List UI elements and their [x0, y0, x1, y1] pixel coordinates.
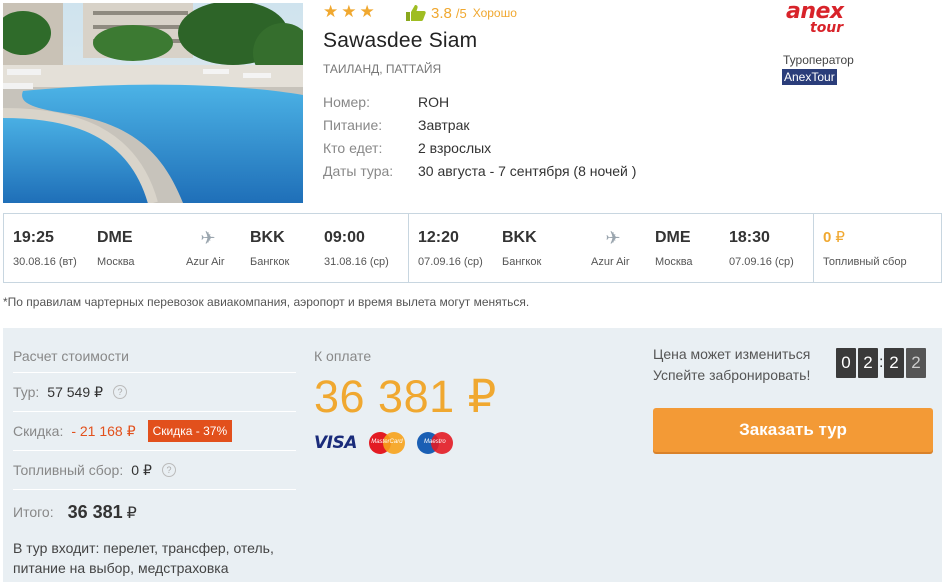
arrival-airport: DME — [655, 229, 691, 246]
calc-label: Итого: — [13, 504, 54, 520]
flights-bar: 19:25 30.08.16 (вт) DME Москва ✈ Azur Ai… — [3, 213, 942, 283]
timer-digit: 2 — [858, 348, 878, 378]
total-price: 36 381 ₽ — [67, 501, 137, 522]
calc-label: Тур: — [13, 384, 40, 400]
help-icon[interactable]: ? — [113, 385, 128, 399]
fuel-label: Топливный сбор — [823, 256, 907, 268]
charter-note: *По правилам чартерных перевозок авиаком… — [3, 295, 530, 309]
price-warning-line1: Цена может измениться — [653, 346, 811, 362]
calc-title: Расчет стоимости — [13, 340, 296, 373]
detail-value: Завтрак — [418, 117, 470, 133]
arrival-date: 31.08.16 (ср) — [324, 256, 389, 268]
departure-city: Бангкок — [502, 256, 542, 268]
hotel-stars: ★ ★ ★ — [323, 3, 375, 21]
calc-row-discount: Скидка: - 21 168 ₽ Скидка - 37% — [13, 412, 296, 451]
departure-city: Москва — [97, 256, 135, 268]
calc-row-tour: Тур: 57 549 ₽ ? — [13, 373, 296, 412]
payment-label: К оплате — [314, 348, 372, 364]
arrival-city: Москва — [655, 256, 693, 268]
detail-value: ROH — [418, 94, 450, 110]
arrival-airport: BKK — [250, 229, 285, 246]
thumbs-up-icon — [406, 5, 426, 21]
detail-label: Номер: — [323, 94, 370, 110]
detail-label: Даты тура: — [323, 163, 394, 179]
flight-outbound: 19:25 30.08.16 (вт) DME Москва ✈ Azur Ai… — [4, 214, 409, 282]
timer-digit: 2 — [906, 348, 926, 378]
price-warning: Цена может измениться Успейте заброниров… — [653, 344, 810, 386]
payment-amount: 36 381 ₽ — [314, 371, 497, 422]
countdown-timer: 0 2 : 2 2 — [836, 348, 928, 378]
flight-fuel: 0 ₽ Топливный сбор — [814, 214, 941, 282]
hotel-rating: 3.8/5 Хорошо — [405, 4, 517, 22]
departure-time: 19:25 — [13, 229, 54, 246]
help-icon[interactable]: ? — [161, 463, 176, 477]
price-warning-line2: Успейте забронировать! — [653, 367, 811, 383]
discount-amount: - 21 168 ₽ — [71, 422, 136, 439]
operator-logo: anex tour — [786, 0, 844, 36]
detail-row-meal: Питание: Завтрак — [323, 116, 636, 139]
detail-row-room: Номер: ROH — [323, 93, 636, 116]
airline: Azur Air — [186, 256, 225, 268]
tour-details: Номер: ROH Питание: Завтрак Кто едет: 2 … — [323, 93, 636, 185]
star-icon: ★ — [359, 2, 375, 21]
timer-separator: : — [879, 354, 884, 371]
discount-badge: Скидка - 37% — [147, 420, 233, 442]
calc-row-total: Итого: 36 381 ₽ — [13, 490, 296, 534]
cost-calculation: Расчет стоимости Тур: 57 549 ₽ ? Скидка: … — [13, 340, 296, 578]
rating-max: /5 — [455, 5, 467, 21]
detail-label: Питание: — [323, 117, 383, 133]
arrival-date: 07.09.16 (ср) — [729, 256, 794, 268]
departure-date: 07.09.16 (ср) — [418, 256, 483, 268]
payment-block: К оплате 36 381 ₽ VISA MasterCard Maestr… — [314, 348, 497, 454]
airplane-icon: ✈ — [605, 228, 621, 248]
rating-score: 3.8 — [431, 4, 452, 22]
payment-cards: VISA MasterCard Maestro — [314, 432, 497, 454]
tour-price: 57 549 ₽ — [47, 383, 104, 400]
price-panel: Расчет стоимости Тур: 57 549 ₽ ? Скидка: … — [3, 328, 942, 582]
detail-row-travelers: Кто едет: 2 взрослых — [323, 139, 636, 162]
fuel-price: 0 ₽ — [823, 229, 845, 246]
detail-row-dates: Даты тура: 30 августа - 7 сентября (8 но… — [323, 162, 636, 185]
calc-row-fuel: Топливный сбор: 0 ₽ ? — [13, 451, 296, 490]
detail-value: 2 взрослых — [418, 140, 492, 156]
hotel-name[interactable]: Sawasdee Siam — [323, 29, 477, 53]
hotel-photo[interactable] — [3, 3, 303, 203]
star-icon: ★ — [341, 2, 357, 21]
rating-word: Хорошо — [472, 6, 517, 20]
mastercard-icon: MasterCard — [368, 432, 405, 454]
star-icon: ★ — [323, 2, 339, 21]
arrival-city: Бангкок — [250, 256, 290, 268]
book-tour-button[interactable]: Заказать тур — [653, 408, 933, 452]
operator-label: Туроператор — [783, 53, 854, 67]
flight-return: 12:20 07.09.16 (ср) BKK Бангкок ✈ Azur A… — [409, 214, 814, 282]
operator-name[interactable]: AnexTour — [782, 69, 837, 85]
departure-time: 12:20 — [418, 229, 459, 246]
airplane-icon: ✈ — [200, 228, 216, 248]
airline: Azur Air — [591, 256, 630, 268]
departure-airport: BKK — [502, 229, 537, 246]
departure-date: 30.08.16 (вт) — [13, 256, 77, 268]
detail-value: 30 августа - 7 сентября (8 ночей ) — [418, 163, 637, 179]
maestro-icon: Maestro — [416, 432, 453, 454]
visa-icon: VISA — [314, 433, 357, 453]
arrival-time: 18:30 — [729, 229, 770, 246]
hotel-location: ТАИЛАНД, ПАТТАЙЯ — [323, 62, 442, 76]
departure-airport: DME — [97, 229, 133, 246]
calc-label: Топливный сбор: — [13, 462, 124, 478]
calc-label: Скидка: — [13, 423, 64, 439]
timer-digit: 0 — [836, 348, 856, 378]
tour-includes: В тур входит: перелет, трансфер, отель, … — [13, 540, 274, 576]
arrival-time: 09:00 — [324, 229, 365, 246]
detail-label: Кто едет: — [323, 140, 383, 156]
fuel-charge: 0 ₽ — [131, 461, 152, 478]
timer-digit: 2 — [884, 348, 904, 378]
